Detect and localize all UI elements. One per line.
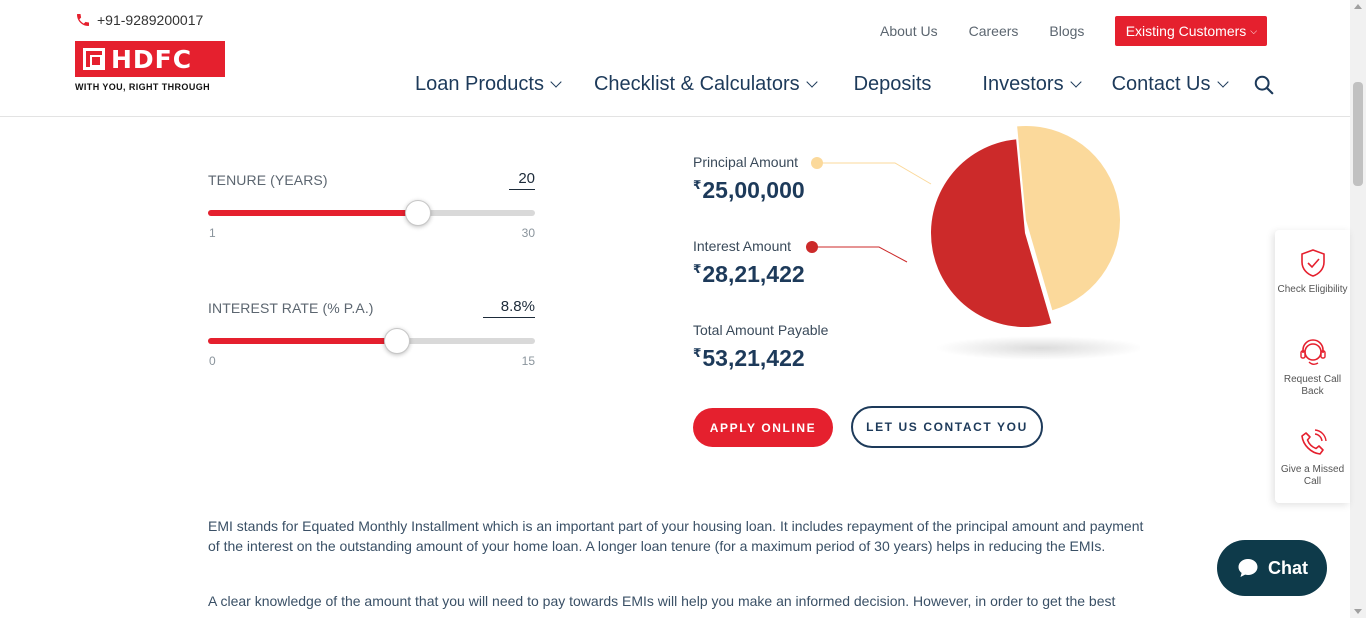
tenure-label: TENURE (YEARS)	[208, 172, 328, 188]
logo-tagline: WITH YOU, RIGHT THROUGH	[75, 82, 211, 92]
interest-rate-input[interactable]: 8.8%	[483, 298, 535, 318]
search-icon[interactable]	[1253, 74, 1275, 96]
total-amount-label: Total Amount Payable	[693, 322, 829, 338]
tenure-slider-block: TENURE (YEARS) 20 1 30	[208, 170, 535, 240]
check-eligibility-button[interactable]: Check Eligibility	[1275, 248, 1350, 296]
top-link-about-us[interactable]: About Us	[880, 17, 938, 45]
tenure-input[interactable]: 20	[509, 170, 535, 190]
quick-actions-widget: Check Eligibility Request Call Back Give…	[1275, 230, 1350, 503]
nav-label: Deposits	[853, 73, 932, 95]
page-scrollbar[interactable]	[1350, 0, 1366, 618]
chat-label: Chat	[1268, 557, 1308, 578]
phone-contact[interactable]: +91-9289200017	[75, 12, 203, 28]
nav-loan-products[interactable]: Loan Products	[415, 73, 562, 96]
apply-online-button[interactable]: APPLY ONLINE	[693, 408, 833, 447]
interest-amount-value: ₹28,21,422	[693, 261, 805, 288]
check-eligibility-label: Check Eligibility	[1277, 284, 1348, 295]
chevron-down-icon	[550, 76, 562, 88]
chevron-down-icon	[1069, 76, 1082, 88]
scroll-down-arrow-icon[interactable]	[1354, 609, 1362, 614]
nav-label: Investors	[982, 73, 1064, 95]
scroll-up-arrow-icon[interactable]	[1354, 4, 1362, 9]
tenure-min: 1	[209, 226, 216, 240]
rupee-symbol: ₹	[693, 346, 702, 360]
pie-shadow	[935, 336, 1140, 360]
tenure-slider-track[interactable]	[208, 200, 535, 226]
logo-text: HDFC	[111, 44, 193, 74]
interest-amount-label: Interest Amount	[693, 238, 792, 254]
let-us-contact-you-button[interactable]: LET US CONTACT YOU	[851, 406, 1043, 448]
phone-number: +91-9289200017	[97, 12, 204, 28]
give-missed-call-button[interactable]: Give a Missed Call	[1275, 428, 1350, 488]
principal-amount-label: Principal Amount	[693, 154, 799, 170]
chat-button[interactable]: Chat	[1217, 540, 1327, 596]
nav-checklist-calculators[interactable]: Checklist & Calculators	[593, 73, 818, 96]
give-missed-call-label: Give a Missed Call	[1280, 464, 1345, 487]
rupee-symbol: ₹	[693, 178, 702, 192]
interest-slider-block: INTEREST RATE (% P.A.) 8.8% 0 15	[208, 298, 535, 368]
interest-slider-handle[interactable]	[384, 328, 410, 354]
site-header: +91-9289200017 HDFC WITH YOU, RIGHT THRO…	[0, 0, 1350, 117]
total-amount-value: ₹53,21,422	[693, 345, 828, 372]
logo-mark-icon	[83, 48, 105, 70]
total-amount-number: 53,21,422	[702, 345, 805, 371]
request-call-back-label: Request Call Back	[1283, 374, 1342, 397]
emi-knowledge-paragraph: A clear knowledge of the amount that you…	[208, 593, 1116, 609]
nav-investors[interactable]: Investors	[982, 73, 1082, 96]
emi-description-paragraph: EMI stands for Equated Monthly Installme…	[208, 518, 1144, 554]
total-amount-result: Total Amount Payable ₹53,21,422	[693, 322, 828, 372]
interest-min: 0	[209, 354, 216, 368]
interest-slider-fill	[208, 338, 397, 344]
rupee-symbol: ₹	[693, 262, 702, 276]
interest-rate-unit: %	[521, 298, 535, 315]
emi-breakup-pie-chart	[930, 126, 1140, 360]
existing-customers-label: Existing Customers	[1125, 23, 1247, 39]
principal-amount-result: Principal Amount ₹25,00,000	[693, 154, 805, 204]
top-link-careers[interactable]: Careers	[969, 17, 1019, 45]
chat-bubble-icon	[1238, 559, 1258, 577]
logo-box: HDFC	[75, 41, 225, 77]
chevron-down-icon	[805, 76, 818, 88]
request-call-back-button[interactable]: Request Call Back	[1275, 338, 1350, 398]
shield-check-icon	[1300, 249, 1325, 277]
nav-contact-us[interactable]: Contact Us	[1111, 73, 1229, 96]
nav-label: Contact Us	[1111, 73, 1211, 95]
principal-amount-number: 25,00,000	[702, 177, 805, 203]
nav-label: Checklist & Calculators	[593, 73, 800, 95]
phone-icon	[77, 14, 89, 26]
leader-lines	[817, 162, 932, 263]
existing-customers-button[interactable]: Existing Customers ⌵	[1115, 16, 1268, 46]
chevron-down-icon	[1216, 76, 1229, 88]
tenure-max: 30	[521, 226, 535, 240]
top-link-blogs[interactable]: Blogs	[1049, 17, 1084, 45]
scroll-thumb[interactable]	[1353, 82, 1363, 186]
interest-amount-result: Interest Amount ₹28,21,422	[693, 238, 805, 288]
hdfc-logo[interactable]: HDFC WITH YOU, RIGHT THROUGH	[75, 41, 226, 95]
interest-rate-value: 8.8	[500, 298, 522, 315]
interest-max: 15	[521, 354, 535, 368]
nav-label: Loan Products	[415, 73, 544, 95]
nav-deposits[interactable]: Deposits	[854, 73, 932, 96]
tenure-slider-fill	[208, 210, 418, 216]
interest-amount-number: 28,21,422	[702, 261, 805, 287]
interest-slider-track[interactable]	[208, 328, 535, 354]
chevron-down-icon: ⌵	[1250, 25, 1258, 36]
phone-call-icon	[1300, 429, 1327, 455]
principal-amount-value: ₹25,00,000	[693, 177, 805, 204]
main-nav: Loan Products Checklist & Calculators De…	[415, 73, 1229, 96]
tenure-slider-handle[interactable]	[405, 200, 431, 226]
top-links: About Us Careers Blogs Existing Customer…	[880, 16, 1268, 46]
headset-icon	[1299, 339, 1326, 365]
